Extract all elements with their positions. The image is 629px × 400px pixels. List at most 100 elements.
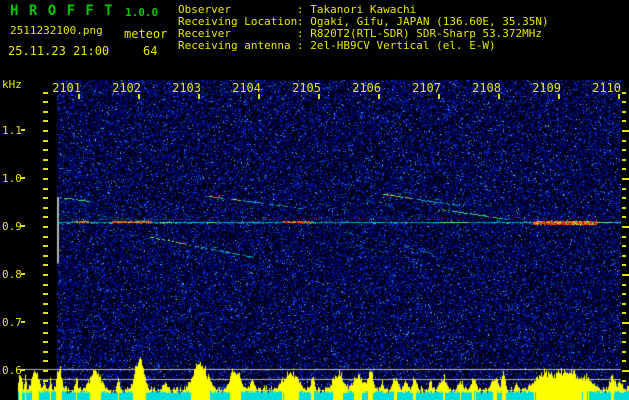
freq-major-dash [21,129,25,131]
freq-minor-tick-left [43,312,48,314]
freq-tick-label: 1.1 [2,124,22,137]
mode-label: meteor [124,27,168,41]
time-tick-mark [198,94,200,99]
freq-major-dash [21,177,25,179]
time-tick-label: 2110 [592,81,621,95]
freq-minor-tick-left [43,274,48,276]
time-tick-label: 2108 [472,81,501,95]
freq-minor-tick-right [622,312,626,314]
time-tick-label: 2102 [112,81,141,95]
time-tick-label: 2105 [292,81,321,95]
freq-minor-tick-left [43,197,48,199]
hrofft-output-image: H R O F F T 1.0.0 2511232100.png meteor … [0,0,629,400]
freq-minor-tick-left [43,207,48,209]
time-tick-mark [438,94,440,99]
freq-tick-label: 1.0 [2,172,22,185]
echo-count: 64 [143,44,158,58]
time-tick-label: 2106 [352,81,381,95]
info-value: 2el-HB9CV Vertical (el. E-W) [310,39,496,52]
time-tick-mark [618,94,620,99]
freq-minor-tick-left [43,111,48,113]
freq-major-dash [21,321,25,323]
freq-tick-label: 0.6 [2,364,22,377]
freq-tick-label: 0.9 [2,220,22,233]
freq-minor-tick-right [622,389,626,391]
freq-minor-tick-left [43,92,48,94]
freq-minor-tick-left [43,140,48,142]
time-tick-mark [378,94,380,99]
time-tick-label: 2103 [172,81,201,95]
freq-minor-tick-right [622,332,626,334]
freq-axis-unit: kHz [2,78,22,91]
app-version: 1.0.0 [125,6,159,19]
freq-minor-tick-left [43,303,48,305]
freq-minor-tick-right [622,149,626,151]
freq-minor-tick-right [622,101,626,103]
freq-tick-label: 0.8 [2,268,22,281]
station-info-row: Receiving antenna: 2el-HB9CV Vertical (e… [178,40,496,52]
freq-minor-tick-left [43,120,48,122]
app-title: H R O F F T [10,3,114,19]
info-separator: : [297,39,311,52]
freq-minor-tick-left [43,360,48,362]
freq-tick-label: 0.7 [2,316,22,329]
freq-major-dash [21,225,25,227]
freq-minor-tick-left [43,245,48,247]
freq-minor-tick-left [43,293,48,295]
freq-minor-tick-left [43,284,48,286]
time-tick-label: 2109 [532,81,561,95]
freq-minor-tick-left [43,351,48,353]
freq-major-tick-right [622,178,629,180]
freq-minor-tick-right [622,236,626,238]
freq-minor-tick-left [43,341,48,343]
freq-major-tick-right [622,370,629,372]
freq-minor-tick-right [622,380,626,382]
freq-minor-tick-left [43,226,48,228]
freq-minor-tick-right [622,159,626,161]
freq-minor-tick-right [622,120,626,122]
freq-major-tick-right [622,274,629,276]
freq-minor-tick-right [622,207,626,209]
time-tick-label: 2107 [412,81,441,95]
freq-minor-tick-right [622,351,626,353]
freq-minor-tick-right [622,92,626,94]
freq-major-tick-right [622,226,629,228]
freq-minor-tick-right [622,341,626,343]
freq-major-tick-right [622,130,629,132]
freq-minor-tick-left [43,216,48,218]
freq-minor-tick-left [43,236,48,238]
freq-minor-tick-left [43,130,48,132]
freq-minor-tick-left [43,149,48,151]
time-tick-label: 2104 [232,81,261,95]
freq-minor-tick-right [622,255,626,257]
freq-minor-tick-left [43,322,48,324]
spectrogram-canvas [0,0,629,400]
freq-minor-tick-right [622,216,626,218]
time-tick-mark [318,94,320,99]
freq-minor-tick-left [43,255,48,257]
freq-minor-tick-left [43,380,48,382]
time-tick-mark [258,94,260,99]
freq-minor-tick-left [43,389,48,391]
time-tick-mark [558,94,560,99]
freq-minor-tick-right [622,140,626,142]
freq-minor-tick-right [622,303,626,305]
freq-minor-tick-left [43,101,48,103]
freq-minor-tick-right [622,197,626,199]
output-filename: 2511232100.png [10,24,103,37]
time-tick-label: 2101 [52,81,81,95]
time-tick-mark [138,94,140,99]
time-tick-mark [498,94,500,99]
freq-minor-tick-right [622,284,626,286]
freq-minor-tick-left [43,168,48,170]
freq-minor-tick-right [622,188,626,190]
freq-minor-tick-right [622,111,626,113]
freq-major-dash [21,273,25,275]
datetime-label: 25.11.23 21:00 [8,44,110,58]
freq-minor-tick-right [622,264,626,266]
freq-minor-tick-right [622,168,626,170]
freq-major-tick-right [622,322,629,324]
freq-minor-tick-left [43,188,48,190]
freq-minor-tick-left [43,264,48,266]
freq-minor-tick-right [622,245,626,247]
